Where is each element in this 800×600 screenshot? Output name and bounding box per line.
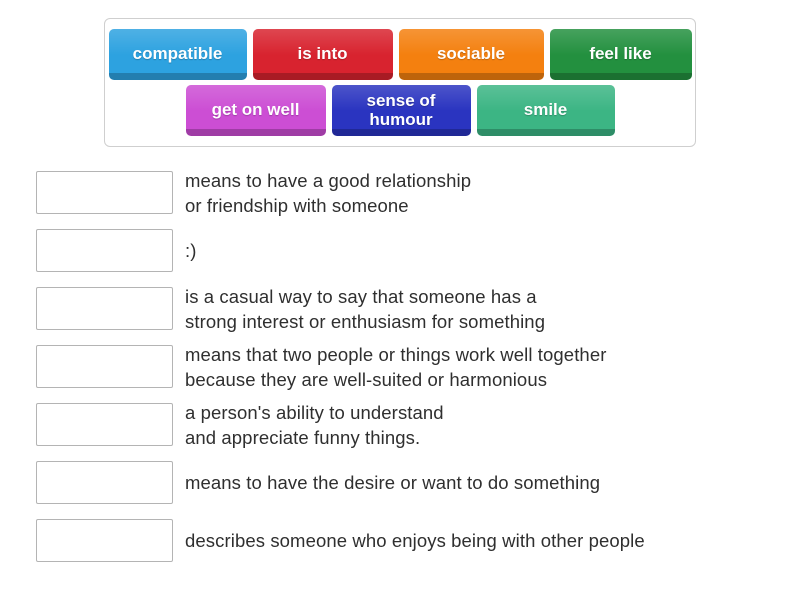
tile-feel-like[interactable]: feel like xyxy=(549,29,692,80)
tile-sociable[interactable]: sociable xyxy=(398,29,544,80)
definition-text: :) xyxy=(185,240,197,261)
tile-label: is into xyxy=(297,44,348,64)
definition-text: describes someone who enjoys being with … xyxy=(185,530,645,551)
word-bank-row-1: compatible is into sociable feel like xyxy=(105,29,695,80)
definition-text: is a casual way to say that someone has … xyxy=(185,285,546,332)
drop-box-4[interactable] xyxy=(36,345,173,388)
answer-list: means to have a good relationship or fri… xyxy=(36,170,776,577)
tile-smile[interactable]: smile xyxy=(476,85,615,136)
drop-box-1[interactable] xyxy=(36,171,173,214)
answer-row: describes someone who enjoys being with … xyxy=(36,519,776,562)
tile-label: sociable xyxy=(436,44,506,64)
tile-compatible[interactable]: compatible xyxy=(108,29,247,80)
definition-text: means to have a good relationship or fri… xyxy=(185,169,472,216)
drop-box-7[interactable] xyxy=(36,519,173,562)
tile-label: compatible xyxy=(132,44,223,64)
drop-box-5[interactable] xyxy=(36,403,173,446)
word-bank-container: compatible is into sociable feel like get o… xyxy=(104,18,696,147)
tile-label: feel like xyxy=(589,44,652,64)
tile-label: smile xyxy=(523,100,568,120)
definition-text: means that two people or things work wel… xyxy=(185,343,607,390)
drop-box-3[interactable] xyxy=(36,287,173,330)
answer-row: is a casual way to say that someone has … xyxy=(36,286,776,332)
tile-sense-of-humour[interactable]: sense of humour xyxy=(331,85,471,136)
tile-label: get on well xyxy=(211,100,300,120)
drop-box-2[interactable] xyxy=(36,229,173,272)
answer-row: a person's ability to understand and app… xyxy=(36,402,776,448)
tile-get-on-well[interactable]: get on well xyxy=(185,85,326,136)
tile-label: sense of humour xyxy=(366,91,436,129)
definition-text: a person's ability to understand and app… xyxy=(185,401,444,448)
tile-is-into[interactable]: is into xyxy=(252,29,393,80)
answer-row: means that two people or things work wel… xyxy=(36,344,776,390)
answer-row: :) xyxy=(36,229,776,272)
definition-text: means to have the desire or want to do s… xyxy=(185,472,601,493)
answer-row: means to have the desire or want to do s… xyxy=(36,461,776,504)
word-bank-row-2: get on well sense of humour smile xyxy=(105,85,695,136)
answer-row: means to have a good relationship or fri… xyxy=(36,170,776,216)
drop-box-6[interactable] xyxy=(36,461,173,504)
